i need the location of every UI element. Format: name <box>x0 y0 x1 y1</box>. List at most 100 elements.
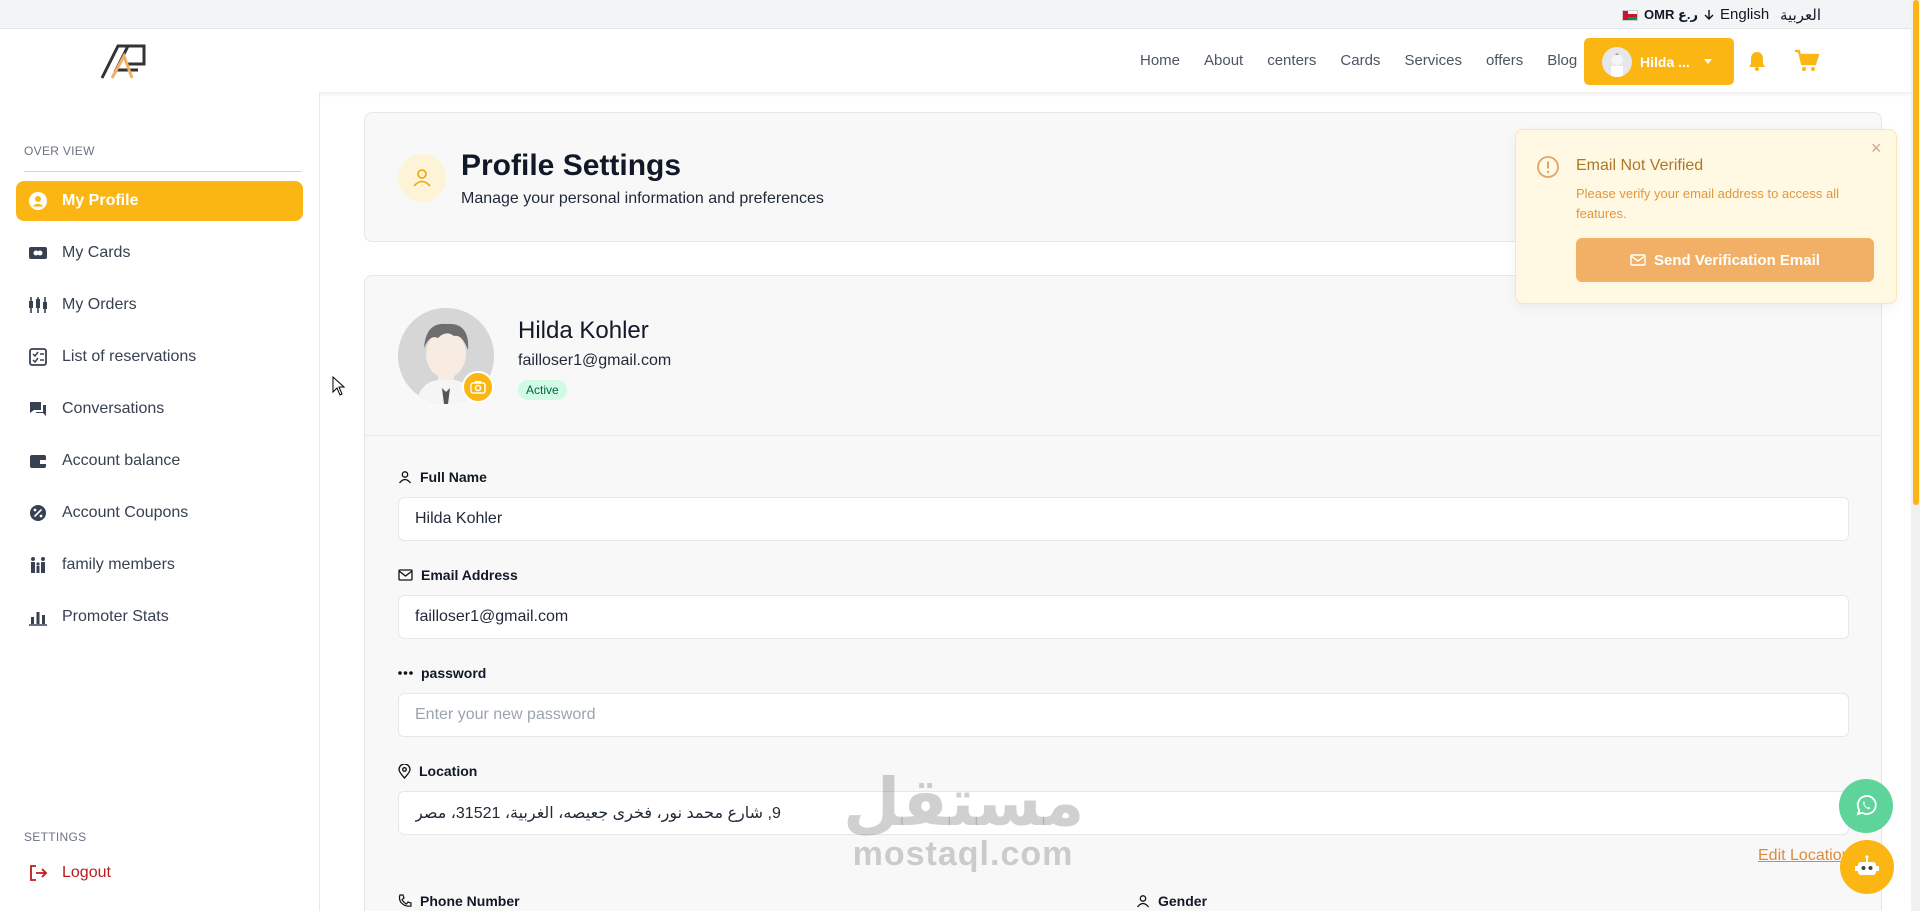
caret-down-icon <box>1704 59 1712 64</box>
envelope-icon <box>1630 254 1646 266</box>
envelope-icon <box>398 569 413 581</box>
sidebar-item-label: Conversations <box>62 400 165 417</box>
status-badge: Active <box>518 380 567 400</box>
edit-location-link[interactable]: Edit Location <box>1758 847 1851 865</box>
settings-section-title: SETTINGS <box>24 830 87 844</box>
alert-circle-icon <box>1537 156 1559 178</box>
toast-message: Please verify your email address to acce… <box>1576 186 1840 221</box>
sidebar: OVER VIEW My Profile My Cards My Orders … <box>0 92 320 911</box>
sidebar-item-label: family members <box>62 556 175 573</box>
overview-section-title: OVER VIEW <box>24 144 95 158</box>
sidebar-item-label: Account Coupons <box>62 504 189 521</box>
camera-icon[interactable] <box>462 371 494 403</box>
password-label-text: password <box>421 665 487 681</box>
watermark: مستقل mostaql.com <box>843 764 1085 873</box>
gender-label-text: Gender <box>1158 893 1208 909</box>
chat-icon <box>30 402 46 416</box>
currency-label: OMR ر.ع <box>1644 7 1698 22</box>
nav-offers[interactable]: offers <box>1486 52 1523 69</box>
user-name-label: Hilda ... <box>1640 53 1690 70</box>
whatsapp-button[interactable] <box>1839 779 1893 833</box>
password-input[interactable] <box>398 693 1849 737</box>
sidebar-item-account-coupons[interactable]: Account Coupons <box>16 493 303 533</box>
nav-home[interactable]: Home <box>1140 52 1180 69</box>
full-name-label-text: Full Name <box>420 469 487 485</box>
logout-icon <box>30 865 48 881</box>
sidebar-item-label: Account balance <box>62 452 181 469</box>
close-icon[interactable]: × <box>1871 138 1882 159</box>
scrollbar-thumb[interactable] <box>1913 0 1919 505</box>
sidebar-divider <box>24 171 302 172</box>
sidebar-item-label: Promoter Stats <box>62 608 169 625</box>
top-strip: OMR ر.ع English العربية <box>0 0 1920 29</box>
phone-label: Phone Number <box>398 893 520 909</box>
sidebar-item-reservations[interactable]: List of reservations <box>16 337 303 377</box>
user-badge-icon <box>398 154 446 202</box>
currency-selector[interactable]: OMR ر.ع <box>1622 7 1714 23</box>
wallet-icon <box>30 455 46 468</box>
email-label-text: Email Address <box>421 567 518 583</box>
map-pin-icon <box>398 763 411 779</box>
send-verification-button[interactable]: Send Verification Email <box>1576 238 1874 282</box>
sidebar-item-label: List of reservations <box>62 348 197 365</box>
logout-button[interactable]: Logout <box>16 853 303 893</box>
site-logo[interactable] <box>98 42 152 80</box>
phone-label-text: Phone Number <box>420 893 520 909</box>
user-avatar <box>1602 46 1632 77</box>
profile-name: Hilda Kohler <box>518 317 649 344</box>
logout-label: Logout <box>62 864 111 881</box>
sidebar-item-label: My Cards <box>62 244 131 261</box>
card-icon <box>29 247 47 259</box>
email-input[interactable] <box>398 595 1849 639</box>
watermark-english: mostaql.com <box>852 835 1074 873</box>
sidebar-item-promoter-stats[interactable]: Promoter Stats <box>16 597 303 637</box>
sidebar-item-conversations[interactable]: Conversations <box>16 389 303 429</box>
sidebar-item-label: My Profile <box>62 192 139 209</box>
user-icon <box>398 471 412 484</box>
arrow-down-icon <box>1704 10 1714 20</box>
nav-cards[interactable]: Cards <box>1340 52 1380 69</box>
sidebar-item-account-balance[interactable]: Account balance <box>16 441 303 481</box>
coupon-icon <box>30 505 46 521</box>
location-input[interactable] <box>398 791 1849 835</box>
page-scrollbar[interactable] <box>1911 0 1920 911</box>
email-not-verified-toast: Email Not Verified Please verify your em… <box>1515 129 1897 304</box>
main-nav: Home About centers Cards Services offers… <box>1140 29 1601 92</box>
chatbot-button[interactable] <box>1840 840 1894 894</box>
user-icon <box>1136 895 1150 908</box>
nav-services[interactable]: Services <box>1404 52 1462 69</box>
email-label: Email Address <box>398 567 518 583</box>
orders-icon <box>29 297 47 313</box>
sidebar-item-my-profile[interactable]: My Profile <box>16 181 303 221</box>
watermark-arabic: مستقل <box>843 764 1085 841</box>
bell-icon[interactable] <box>1746 50 1768 72</box>
location-label: Location <box>398 763 477 779</box>
full-name-input[interactable] <box>398 497 1849 541</box>
sidebar-item-my-orders[interactable]: My Orders <box>16 285 303 325</box>
user-menu-button[interactable]: Hilda ... <box>1584 38 1734 85</box>
lang-english-link[interactable]: English <box>1720 6 1769 23</box>
nav-centers[interactable]: centers <box>1267 52 1316 69</box>
mouse-cursor-icon <box>332 376 346 396</box>
page-subtitle: Manage your personal information and pre… <box>461 190 824 207</box>
checklist-icon <box>29 348 47 366</box>
stats-icon <box>29 612 47 626</box>
cart-icon[interactable] <box>1794 49 1820 73</box>
sidebar-item-family-members[interactable]: family members <box>16 545 303 585</box>
nav-blog[interactable]: Blog <box>1547 52 1577 69</box>
phone-icon <box>398 894 412 907</box>
oman-flag-icon <box>1622 9 1638 21</box>
nav-about[interactable]: About <box>1204 52 1243 69</box>
send-verification-label: Send Verification Email <box>1654 251 1820 269</box>
whatsapp-icon <box>1856 795 1877 816</box>
full-name-label: Full Name <box>398 469 487 485</box>
profile-email: failloser1@gmail.com <box>518 352 672 369</box>
profile-form-card: Hilda Kohler failloser1@gmail.com Active… <box>364 275 1882 911</box>
page-title: Profile Settings <box>461 149 682 182</box>
sidebar-item-my-cards[interactable]: My Cards <box>16 233 303 273</box>
toast-title: Email Not Verified <box>1576 157 1704 174</box>
lang-arabic-link[interactable]: العربية <box>1780 6 1821 24</box>
location-label-text: Location <box>419 763 478 779</box>
password-dots-icon <box>398 671 413 675</box>
robot-icon <box>1855 855 1879 875</box>
